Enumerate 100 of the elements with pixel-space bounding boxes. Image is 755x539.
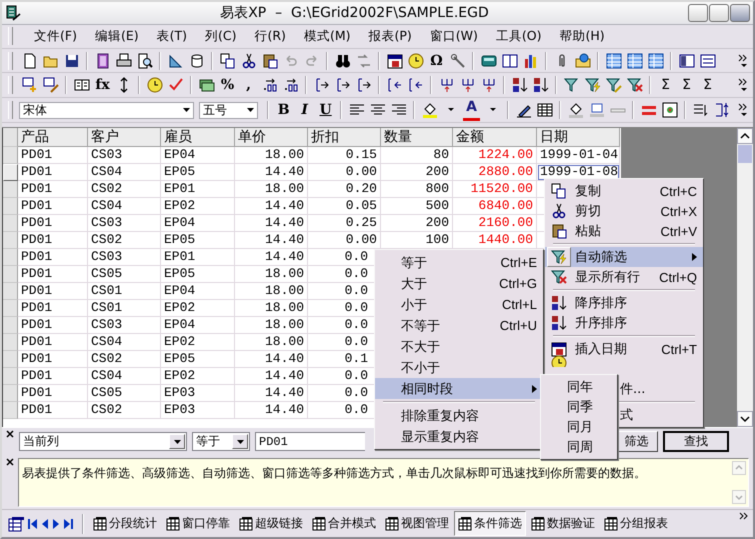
menu-item[interactable]: 显示所有行 Ctrl+Q bbox=[545, 267, 703, 287]
menu-item[interactable]: 剪切 Ctrl+X bbox=[545, 201, 703, 221]
tab[interactable]: 视图管理 bbox=[381, 511, 453, 536]
filter-button[interactable]: 筛选 bbox=[616, 431, 658, 452]
menu-item[interactable]: 窗口(W) bbox=[420, 26, 487, 47]
table-cell: CS02 bbox=[88, 232, 161, 250]
table-cell: 1224.00 bbox=[453, 147, 537, 164]
menu-item[interactable]: 复制 Ctrl+C bbox=[545, 181, 703, 201]
table-cell: 14.40 bbox=[235, 215, 308, 232]
menu-item[interactable]: 自动筛选 bbox=[545, 247, 703, 267]
menu-item[interactable]: 模式(M) bbox=[294, 26, 360, 47]
tab[interactable]: 分段统计 bbox=[89, 511, 161, 536]
menu-item[interactable]: 行(R) bbox=[245, 26, 295, 47]
find-button[interactable]: 查找 bbox=[663, 431, 729, 452]
window-title: 易表XP – G:\EGrid2002F\SAMPLE.EGD bbox=[219, 4, 490, 22]
table-cell: 14.40 bbox=[235, 402, 308, 420]
menu-item[interactable]: 同年 bbox=[541, 377, 617, 397]
function-button[interactable]: fx bbox=[94, 76, 111, 94]
menu-item[interactable]: 同季 bbox=[541, 397, 617, 417]
menu-item[interactable]: 相同时段 bbox=[375, 378, 543, 399]
menu-item[interactable]: 帮助(H) bbox=[550, 26, 614, 47]
font-size-field[interactable]: 五号 bbox=[199, 102, 258, 119]
operator-dropdown[interactable]: 等于 bbox=[192, 432, 250, 452]
value-field[interactable]: PD01 bbox=[255, 432, 365, 452]
table-cell: PD01 bbox=[18, 164, 88, 182]
table-cell: CS03 bbox=[88, 317, 161, 334]
table-cell: PD01 bbox=[18, 317, 88, 334]
table-cell: EP01 bbox=[161, 181, 235, 198]
column-header[interactable]: 数量 bbox=[381, 128, 453, 148]
table-cell: EP02 bbox=[161, 198, 235, 216]
comma-button[interactable]: , bbox=[240, 76, 257, 94]
table-cell: EP02 bbox=[161, 300, 235, 318]
table-cell: CS02 bbox=[88, 402, 161, 420]
menu-item[interactable]: 同周 bbox=[541, 437, 617, 457]
tab[interactable]: 窗口停靠 bbox=[162, 511, 234, 536]
tab[interactable]: 超级链接 bbox=[235, 511, 307, 536]
menu-item[interactable]: 同月 bbox=[541, 417, 617, 437]
sum-button[interactable]: Σ bbox=[678, 76, 695, 94]
menu-item[interactable]: 显示重复内容 bbox=[375, 426, 543, 447]
menu-item[interactable]: 粘贴 Ctrl+V bbox=[545, 221, 703, 241]
table-cell: PD01 bbox=[18, 351, 88, 368]
underline-button[interactable]: U bbox=[317, 101, 334, 120]
menu-item[interactable]: 表(T) bbox=[148, 26, 196, 47]
menu-item[interactable]: 式 bbox=[620, 406, 633, 424]
menu-item[interactable]: 文件(F) bbox=[25, 26, 86, 47]
table-cell: 18.00 bbox=[235, 181, 308, 198]
sum-button[interactable]: Σ bbox=[699, 76, 716, 94]
scope-dropdown[interactable]: 当前列 bbox=[19, 432, 187, 452]
tab-label: 视图管理 bbox=[401, 515, 449, 532]
column-header[interactable]: 金额 bbox=[453, 128, 537, 148]
table-cell: PD01 bbox=[18, 368, 88, 386]
column-header[interactable]: 雇员 bbox=[161, 128, 235, 148]
tab[interactable]: 数据验证 bbox=[527, 511, 599, 536]
table-cell: 18.00 bbox=[235, 300, 308, 318]
column-header[interactable]: 产品 bbox=[18, 128, 88, 148]
table-cell: 2880.00 bbox=[453, 164, 537, 182]
menu-item[interactable]: 编辑(E) bbox=[86, 26, 148, 47]
font-color-button[interactable]: A bbox=[463, 100, 480, 121]
menu-item[interactable]: 报表(P) bbox=[359, 26, 421, 47]
table-cell: 11520.00 bbox=[453, 181, 537, 198]
tab-label: 分段统计 bbox=[109, 515, 157, 532]
tab-label: 分组报表 bbox=[620, 515, 668, 532]
table-cell: 0.20 bbox=[308, 181, 381, 198]
tab[interactable]: 合并模式 bbox=[308, 511, 380, 536]
tab-label: 合并模式 bbox=[328, 515, 376, 532]
italic-button[interactable]: I bbox=[296, 101, 314, 120]
table-cell: 14.40 bbox=[235, 232, 308, 250]
menu-item[interactable]: 工具(O) bbox=[486, 26, 550, 47]
menu-item[interactable]: 降序排序 bbox=[545, 293, 703, 313]
menu-item[interactable]: 件... bbox=[620, 380, 646, 398]
table-cell: EP02 bbox=[161, 334, 235, 352]
tab[interactable]: 条件筛选 bbox=[454, 511, 526, 536]
bold-button[interactable]: B bbox=[275, 101, 292, 120]
table-cell: PD01 bbox=[18, 334, 88, 352]
table-cell: PD01 bbox=[18, 147, 88, 164]
table-cell: EP05 bbox=[161, 351, 235, 368]
symbol-button[interactable]: Ω bbox=[428, 52, 445, 70]
table-cell: 18.00 bbox=[235, 266, 308, 284]
menu-item[interactable]: 列(C) bbox=[196, 26, 246, 47]
menu-item[interactable]: 升序排序 bbox=[545, 313, 703, 333]
menu-item[interactable]: 插入日期 Ctrl+T bbox=[545, 339, 703, 359]
table-cell: EP04 bbox=[161, 215, 235, 232]
sum-button[interactable]: Σ bbox=[657, 76, 674, 94]
table-cell: CS03 bbox=[88, 249, 161, 266]
tab[interactable]: 分组报表 bbox=[600, 511, 672, 536]
table-cell: CS04 bbox=[88, 368, 161, 386]
table-cell: 14.40 bbox=[235, 368, 308, 386]
column-header[interactable]: 日期 bbox=[537, 128, 620, 148]
table-cell: 200 bbox=[381, 215, 453, 232]
percent-button[interactable]: % bbox=[219, 76, 236, 94]
font-field[interactable]: 宋体 bbox=[18, 102, 194, 119]
tab-label: 数据验证 bbox=[547, 515, 595, 532]
table-cell: 0.00 bbox=[308, 164, 381, 182]
column-header[interactable]: 折扣 bbox=[308, 128, 381, 148]
table-cell: PD01 bbox=[18, 181, 88, 198]
table-cell: 18.00 bbox=[235, 147, 308, 164]
table-cell: 14.40 bbox=[235, 198, 308, 216]
column-header[interactable]: 单价 bbox=[235, 128, 308, 148]
table-cell: EP04 bbox=[161, 317, 235, 334]
column-header[interactable]: 客户 bbox=[88, 128, 161, 148]
